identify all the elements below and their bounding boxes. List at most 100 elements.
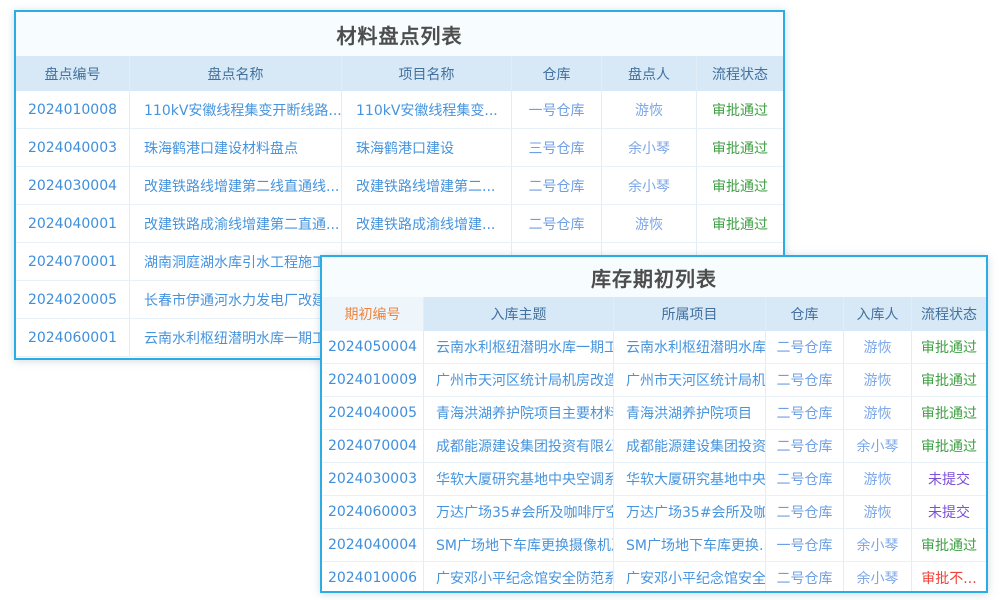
cell-person: 游恢 bbox=[844, 496, 912, 528]
column-header-project[interactable]: 项目名称 bbox=[342, 56, 512, 91]
cell-warehouse: 二号仓库 bbox=[766, 496, 844, 528]
table-row[interactable]: 2024040001改建铁路成渝线增建第二直通...改建铁路成渝线增建...二号… bbox=[16, 205, 783, 243]
cell-id: 2024010008 bbox=[16, 91, 130, 128]
cell-warehouse: 二号仓库 bbox=[512, 205, 602, 242]
cell-id: 2024040005 bbox=[322, 397, 424, 429]
cell-id: 2024030004 bbox=[16, 167, 130, 204]
cell-project: 华软大厦研究基地中央... bbox=[614, 463, 766, 495]
cell-project: SM广场地下车库更换... bbox=[614, 529, 766, 561]
cell-person: 余小琴 bbox=[602, 167, 697, 204]
stock-opening-body: 2024050004云南水利枢纽潜明水库一期工程...云南水利枢纽潜明水库...… bbox=[322, 331, 986, 593]
cell-name: 万达广场35#会所及咖啡厅空调... bbox=[424, 496, 614, 528]
table-row[interactable]: 2024030004改建铁路线增建第二线直通线...改建铁路线增建第二...二号… bbox=[16, 167, 783, 205]
cell-project: 广安邓小平纪念馆安全... bbox=[614, 562, 766, 593]
cell-status: 未提交 bbox=[912, 496, 986, 528]
cell-id: 2024070001 bbox=[16, 243, 130, 280]
cell-name: 110kV安徽线程集变开断线路... bbox=[130, 91, 342, 128]
table-row[interactable]: 2024040003珠海鹤港口建设材料盘点珠海鹤港口建设三号仓库余小琴审批通过 bbox=[16, 129, 783, 167]
cell-project: 云南水利枢纽潜明水库... bbox=[614, 331, 766, 363]
cell-project: 珠海鹤港口建设 bbox=[342, 129, 512, 166]
table-row[interactable]: 2024030003华软大厦研究基地中央空调系统...华软大厦研究基地中央...… bbox=[322, 463, 986, 496]
column-header-person[interactable]: 盘点人 bbox=[602, 56, 697, 91]
table-row[interactable]: 2024010009广州市天河区统计局机房改造项...广州市天河区统计局机...… bbox=[322, 364, 986, 397]
cell-status: 审批通过 bbox=[697, 91, 783, 128]
cell-status: 审批通过 bbox=[697, 167, 783, 204]
cell-status: 未提交 bbox=[912, 463, 986, 495]
cell-status: 审批通过 bbox=[912, 397, 986, 429]
stock-opening-panel: 库存期初列表 期初编号入库主题所属项目仓库入库人流程状态 2024050004云… bbox=[320, 255, 988, 593]
column-header-status[interactable]: 流程状态 bbox=[697, 56, 783, 91]
cell-person: 游恢 bbox=[844, 331, 912, 363]
cell-person: 游恢 bbox=[602, 205, 697, 242]
cell-project: 青海洪湖养护院项目 bbox=[614, 397, 766, 429]
table-row[interactable]: 2024010006广安邓小平纪念馆安全防范系统...广安邓小平纪念馆安全...… bbox=[322, 562, 986, 593]
cell-name: 广安邓小平纪念馆安全防范系统... bbox=[424, 562, 614, 593]
cell-name: 青海洪湖养护院项目主要材料期... bbox=[424, 397, 614, 429]
cell-person: 游恢 bbox=[844, 364, 912, 396]
cell-warehouse: 二号仓库 bbox=[766, 562, 844, 593]
cell-project: 改建铁路成渝线增建... bbox=[342, 205, 512, 242]
cell-id: 2024070004 bbox=[322, 430, 424, 462]
cell-name: 长春市伊通河水力发电厂改建... bbox=[130, 281, 342, 318]
cell-name: 广州市天河区统计局机房改造项... bbox=[424, 364, 614, 396]
cell-status: 审批不... bbox=[912, 562, 986, 593]
cell-project: 110kV安徽线程集变... bbox=[342, 91, 512, 128]
cell-name: SM广场地下车库更换摄像机及... bbox=[424, 529, 614, 561]
material-inventory-title: 材料盘点列表 bbox=[16, 12, 783, 56]
cell-warehouse: 二号仓库 bbox=[766, 397, 844, 429]
column-header-name[interactable]: 入库主题 bbox=[424, 297, 614, 331]
column-header-warehouse[interactable]: 仓库 bbox=[512, 56, 602, 91]
cell-warehouse: 二号仓库 bbox=[766, 430, 844, 462]
cell-id: 2024010009 bbox=[322, 364, 424, 396]
cell-warehouse: 一号仓库 bbox=[766, 529, 844, 561]
cell-name: 成都能源建设集团投资有限公司... bbox=[424, 430, 614, 462]
cell-warehouse: 三号仓库 bbox=[512, 129, 602, 166]
cell-project: 改建铁路线增建第二... bbox=[342, 167, 512, 204]
stock-opening-title: 库存期初列表 bbox=[322, 257, 986, 297]
cell-person: 余小琴 bbox=[602, 129, 697, 166]
cell-id: 2024060003 bbox=[322, 496, 424, 528]
column-header-id[interactable]: 盘点编号 bbox=[16, 56, 130, 91]
cell-person: 游恢 bbox=[844, 397, 912, 429]
table-row[interactable]: 2024060003万达广场35#会所及咖啡厅空调...万达广场35#会所及咖.… bbox=[322, 496, 986, 529]
cell-name: 华软大厦研究基地中央空调系统... bbox=[424, 463, 614, 495]
table-row[interactable]: 2024010008110kV安徽线程集变开断线路...110kV安徽线程集变.… bbox=[16, 91, 783, 129]
column-header-person[interactable]: 入库人 bbox=[844, 297, 912, 331]
table-row[interactable]: 2024040005青海洪湖养护院项目主要材料期...青海洪湖养护院项目二号仓库… bbox=[322, 397, 986, 430]
column-header-id[interactable]: 期初编号 bbox=[322, 297, 424, 331]
cell-status: 审批通过 bbox=[912, 364, 986, 396]
cell-status: 审批通过 bbox=[697, 205, 783, 242]
cell-status: 审批通过 bbox=[697, 129, 783, 166]
cell-project: 广州市天河区统计局机... bbox=[614, 364, 766, 396]
table-row[interactable]: 2024070004成都能源建设集团投资有限公司...成都能源建设集团投资...… bbox=[322, 430, 986, 463]
cell-project: 成都能源建设集团投资... bbox=[614, 430, 766, 462]
column-header-project[interactable]: 所属项目 bbox=[614, 297, 766, 331]
cell-id: 2024050004 bbox=[322, 331, 424, 363]
cell-project: 万达广场35#会所及咖... bbox=[614, 496, 766, 528]
cell-warehouse: 二号仓库 bbox=[512, 167, 602, 204]
column-header-name[interactable]: 盘点名称 bbox=[130, 56, 342, 91]
cell-warehouse: 二号仓库 bbox=[766, 463, 844, 495]
cell-id: 2024030003 bbox=[322, 463, 424, 495]
cell-person: 游恢 bbox=[602, 91, 697, 128]
cell-name: 湖南洞庭湖水库引水工程施工... bbox=[130, 243, 342, 280]
cell-warehouse: 二号仓库 bbox=[766, 364, 844, 396]
table-row[interactable]: 2024050004云南水利枢纽潜明水库一期工程...云南水利枢纽潜明水库...… bbox=[322, 331, 986, 364]
cell-status: 审批通过 bbox=[912, 529, 986, 561]
column-header-status[interactable]: 流程状态 bbox=[912, 297, 986, 331]
cell-id: 2024040003 bbox=[16, 129, 130, 166]
cell-person: 游恢 bbox=[844, 463, 912, 495]
cell-person: 余小琴 bbox=[844, 430, 912, 462]
cell-person: 余小琴 bbox=[844, 562, 912, 593]
cell-id: 2024010006 bbox=[322, 562, 424, 593]
column-header-warehouse[interactable]: 仓库 bbox=[766, 297, 844, 331]
cell-warehouse: 一号仓库 bbox=[512, 91, 602, 128]
cell-id: 2024020005 bbox=[16, 281, 130, 318]
cell-id: 2024040004 bbox=[322, 529, 424, 561]
material-inventory-header-row: 盘点编号盘点名称项目名称仓库盘点人流程状态 bbox=[16, 56, 783, 91]
cell-name: 改建铁路线增建第二线直通线... bbox=[130, 167, 342, 204]
table-row[interactable]: 2024040004SM广场地下车库更换摄像机及...SM广场地下车库更换...… bbox=[322, 529, 986, 562]
cell-status: 审批通过 bbox=[912, 331, 986, 363]
cell-name: 珠海鹤港口建设材料盘点 bbox=[130, 129, 342, 166]
cell-name: 改建铁路成渝线增建第二直通... bbox=[130, 205, 342, 242]
